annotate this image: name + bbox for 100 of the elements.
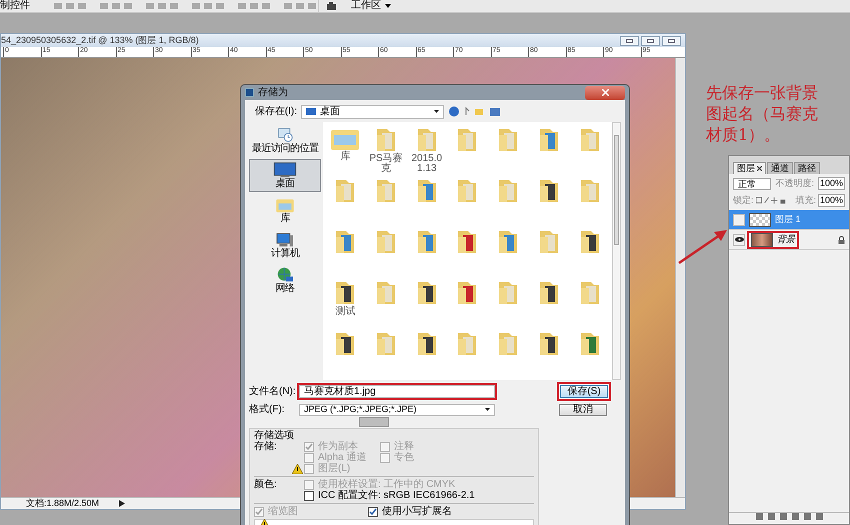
cancel-button[interactable]: 取消 — [559, 404, 607, 416]
folder-icon — [334, 331, 356, 357]
folder-icon — [456, 280, 478, 306]
folder-icon — [416, 127, 438, 153]
checkbox-label: 使用小写扩展名 — [382, 506, 452, 517]
folder-icon — [578, 127, 601, 153]
location-dropdown[interactable]: 桌面 — [301, 104, 444, 118]
place-item[interactable]: 库 — [249, 194, 321, 227]
folder-icon — [497, 127, 520, 153]
align-tool-icon[interactable] — [192, 2, 226, 10]
folder-icon — [497, 331, 520, 357]
eye-icon — [734, 237, 744, 242]
layer-row[interactable]: 背景 — [729, 230, 849, 250]
folder-icon — [578, 331, 601, 357]
blend-mode-dropdown[interactable]: 正常 — [733, 178, 772, 190]
layer-name: 图层 1 — [775, 212, 801, 226]
location-label: 保存在(I): — [254, 105, 297, 119]
checkbox-label: 专色 — [394, 452, 414, 463]
folder-icon — [375, 280, 398, 306]
align-tool-icon[interactable] — [146, 2, 180, 10]
align-tool-icon[interactable] — [54, 2, 88, 10]
align-tool-icon[interactable] — [100, 2, 134, 10]
file-name[interactable]: 测试 — [335, 307, 356, 317]
opacity-label: 不透明度: — [775, 177, 814, 190]
layer-name: 背景 — [777, 232, 795, 246]
save-label: 存储: — [254, 441, 278, 454]
align-tool-icon[interactable] — [284, 2, 318, 10]
close-button[interactable] — [585, 86, 625, 100]
document-title: 54_230950305632_2.tif @ 133% (图层 1, RGB/8) — [1, 36, 199, 45]
folder-icon — [456, 127, 478, 153]
checkbox[interactable] — [304, 490, 314, 500]
place-item[interactable]: 计算机 — [249, 229, 321, 262]
format-label: 格式(F): — [249, 402, 286, 417]
panel-tab[interactable]: 通道 — [767, 162, 793, 174]
folder-icon — [497, 229, 520, 255]
document-status: 文档:1.88M/2.50M — [26, 499, 100, 508]
panel-tab[interactable]: 图层 — [733, 162, 766, 174]
place-item[interactable]: 桌面 — [249, 159, 321, 192]
format-dropdown[interactable]: JPEG (*.JPG;*.JPEG;*.JPE) — [299, 404, 495, 416]
file-name[interactable]: 库 — [340, 152, 350, 162]
save-button[interactable]: 保存(S) — [560, 384, 608, 398]
file-name[interactable]: PS马赛克 — [367, 154, 406, 174]
close-icon — [757, 166, 762, 171]
folder-icon — [578, 178, 601, 204]
checkbox[interactable] — [368, 506, 378, 516]
checkbox-label: 作为副本 — [318, 441, 358, 452]
maximize-button[interactable] — [641, 36, 660, 46]
close-button[interactable] — [662, 36, 681, 46]
folder-icon — [456, 178, 478, 204]
layer-thumbnail — [749, 212, 771, 226]
checkmark-icon — [369, 508, 377, 516]
lock-options-icon[interactable] — [756, 196, 786, 204]
drag-block — [359, 417, 389, 427]
panel-tab[interactable]: 路径 — [794, 162, 820, 174]
folder-icon — [497, 280, 520, 306]
arrow — [678, 228, 728, 264]
caret-icon — [485, 408, 490, 411]
align-tool-icon[interactable] — [238, 2, 272, 10]
layer-thumbnail — [751, 232, 773, 246]
monitor-icon — [272, 162, 298, 178]
layer-actions-icon[interactable] — [754, 513, 824, 521]
library-icon — [273, 197, 297, 213]
lock-label: 锁定: — [733, 194, 754, 206]
folder-icon — [578, 229, 601, 255]
folder-icon — [334, 229, 356, 255]
place-item[interactable]: 最近访问的位置 — [249, 124, 321, 157]
checkbox-label: 缩览图 — [268, 506, 298, 517]
checkbox-label: Alpha 通道 — [318, 452, 366, 463]
folder-icon — [497, 178, 520, 204]
dialog-title: 存储为 — [258, 86, 288, 100]
fill-field[interactable]: 100% — [818, 194, 845, 207]
color-label: 颜色: — [254, 479, 278, 492]
visibility-toggle[interactable] — [733, 234, 745, 246]
app-icon — [245, 88, 254, 97]
caret-icon — [385, 4, 391, 8]
checkmark-icon — [255, 508, 263, 516]
caret-icon — [434, 110, 439, 113]
folder-icon — [538, 127, 560, 153]
minimize-button[interactable] — [620, 36, 639, 46]
toolbar-label: 制控件 — [0, 0, 30, 12]
folder-icon — [538, 331, 560, 357]
folder-icon — [416, 331, 438, 357]
folder-icon — [375, 127, 398, 153]
play-icon[interactable] — [119, 500, 126, 507]
close-icon — [602, 89, 608, 96]
checkbox-label: ICC 配置文件: sRGB IEC61966-2.1 — [318, 490, 475, 501]
visibility-toggle[interactable] — [733, 214, 745, 226]
file-name[interactable]: 2015.01.13 — [408, 154, 446, 174]
folder-icon — [375, 229, 398, 255]
opacity-field[interactable]: 100% — [818, 177, 845, 190]
filename-field[interactable]: 马赛克材质1.jpg — [299, 384, 495, 398]
options-title: 存储选项 — [254, 430, 295, 441]
checkmark-icon — [305, 442, 313, 450]
workspace-menu[interactable]: 工作区 — [351, 0, 391, 12]
camera-icon[interactable] — [327, 2, 339, 10]
folder-icon — [416, 178, 438, 204]
place-item[interactable]: 网络 — [249, 264, 321, 297]
checkbox-label: 注释 — [394, 441, 414, 452]
library-folder-icon — [330, 127, 360, 151]
folder-icon — [456, 331, 478, 357]
